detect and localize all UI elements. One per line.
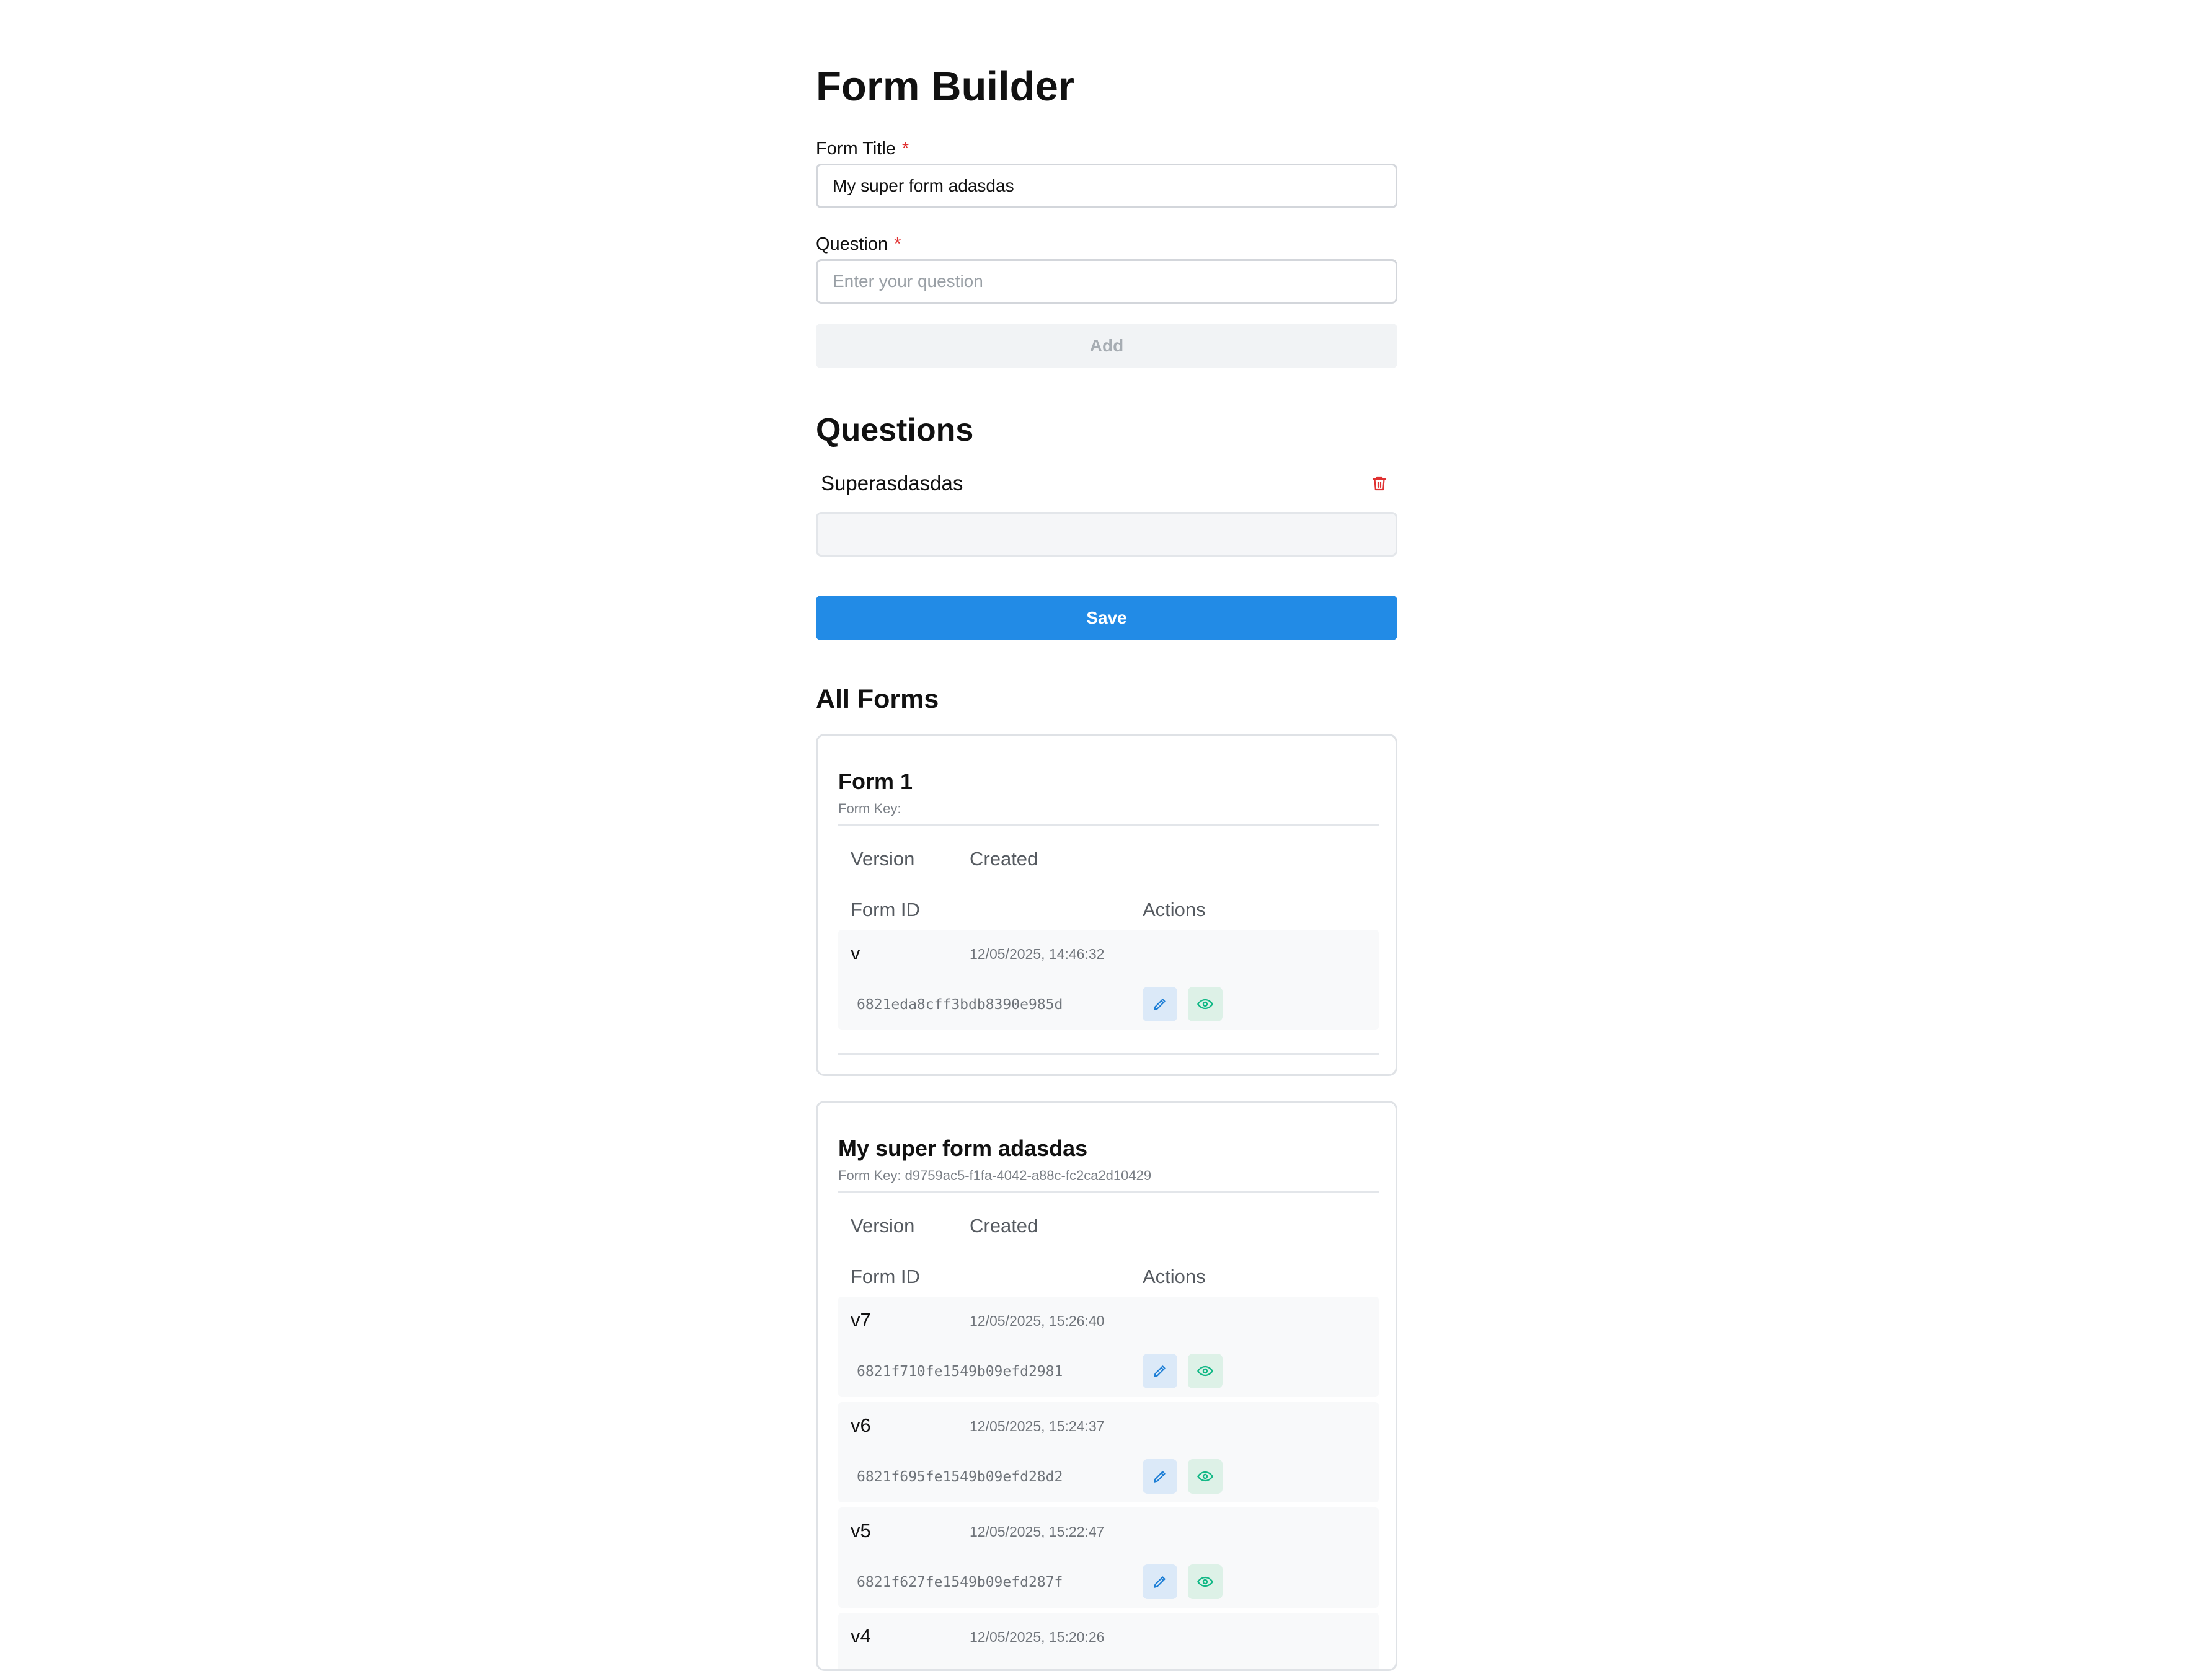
eye-icon: [1197, 999, 1213, 1010]
column-header-actions: Actions: [1143, 899, 1206, 920]
pencil-icon: [1154, 1471, 1166, 1483]
version-label: v6: [851, 1414, 871, 1436]
edit-button[interactable]: [1143, 1564, 1177, 1599]
version-row: v5 12/05/2025, 15:22:47 6821f627fe1549b0…: [838, 1507, 1379, 1608]
created-date: 12/05/2025, 15:26:40: [970, 1313, 1105, 1329]
form-card: Form 1 Form Key: Version Created Form ID…: [816, 734, 1397, 1076]
created-date: 12/05/2025, 15:24:37: [970, 1418, 1105, 1434]
pencil-icon: [1154, 1365, 1166, 1377]
pencil-icon: [1154, 999, 1166, 1010]
version-label: v5: [851, 1520, 871, 1541]
created-date: 12/05/2025, 15:22:47: [970, 1523, 1105, 1540]
eye-icon: [1197, 1471, 1213, 1482]
questions-heading: Questions: [816, 412, 974, 448]
form-key: Form Key:: [838, 801, 901, 816]
version-row: v 12/05/2025, 14:46:32 6821eda8cff3bdb83…: [838, 930, 1379, 1030]
version-row: v4 12/05/2025, 15:20:26: [838, 1613, 1379, 1669]
form-key: Form Key: d9759ac5-f1fa-4042-a88c-fc2ca2…: [838, 1168, 1152, 1183]
view-button[interactable]: [1188, 1459, 1223, 1494]
all-forms-heading: All Forms: [816, 684, 939, 714]
form-title-label: Form Title *: [816, 138, 909, 160]
column-header-created: Created: [970, 848, 1038, 870]
save-button[interactable]: Save: [816, 596, 1397, 640]
column-header-version: Version: [851, 1215, 915, 1237]
question-label-text: Question: [816, 234, 888, 254]
eye-icon: [1197, 1576, 1213, 1587]
divider: [838, 1053, 1379, 1055]
form-title-label-text: Form Title: [816, 139, 896, 159]
divider: [838, 1191, 1379, 1193]
add-question-button[interactable]: Add: [816, 324, 1397, 368]
created-date: 12/05/2025, 14:46:32: [970, 946, 1105, 962]
column-header-created: Created: [970, 1215, 1038, 1237]
column-header-version: Version: [851, 848, 915, 870]
version-row: v7 12/05/2025, 15:26:40 6821f710fe1549b0…: [838, 1297, 1379, 1397]
version-label: v: [851, 942, 860, 964]
form-id: 6821f710fe1549b09efd2981: [857, 1364, 1063, 1380]
divider: [838, 824, 1379, 826]
delete-question-button[interactable]: [1369, 473, 1390, 494]
form-card: My super form adasdas Form Key: d9759ac5…: [816, 1101, 1397, 1671]
form-card-title: Form 1: [838, 769, 913, 794]
column-header-actions: Actions: [1143, 1266, 1206, 1287]
eye-icon: [1197, 1365, 1213, 1377]
edit-button[interactable]: [1143, 1459, 1177, 1494]
version-label: v4: [851, 1625, 871, 1647]
pencil-icon: [1154, 1576, 1166, 1588]
form-id: 6821f627fe1549b09efd287f: [857, 1574, 1063, 1590]
question-label: Question *: [816, 233, 901, 255]
view-button[interactable]: [1188, 1354, 1223, 1388]
form-title-input[interactable]: [816, 164, 1397, 208]
edit-button[interactable]: [1143, 1354, 1177, 1388]
required-mark: *: [901, 139, 909, 159]
view-button[interactable]: [1188, 987, 1223, 1021]
form-id: 6821f695fe1549b09efd28d2: [857, 1469, 1063, 1485]
column-header-form-id: Form ID: [851, 1266, 920, 1287]
version-row: v6 12/05/2025, 15:24:37 6821f695fe1549b0…: [838, 1402, 1379, 1502]
form-card-title: My super form adasdas: [838, 1135, 1088, 1161]
trash-icon: [1372, 476, 1387, 491]
view-button[interactable]: [1188, 1564, 1223, 1599]
version-label: v7: [851, 1309, 871, 1331]
question-item-text: Superasdasdas: [821, 472, 963, 495]
required-mark: *: [894, 234, 901, 254]
form-id: 6821eda8cff3bdb8390e985d: [857, 997, 1063, 1013]
question-input[interactable]: [816, 259, 1397, 304]
question-answer-field[interactable]: [816, 512, 1397, 557]
page-title: Form Builder: [816, 63, 1074, 110]
edit-button[interactable]: [1143, 987, 1177, 1021]
column-header-form-id: Form ID: [851, 899, 920, 920]
